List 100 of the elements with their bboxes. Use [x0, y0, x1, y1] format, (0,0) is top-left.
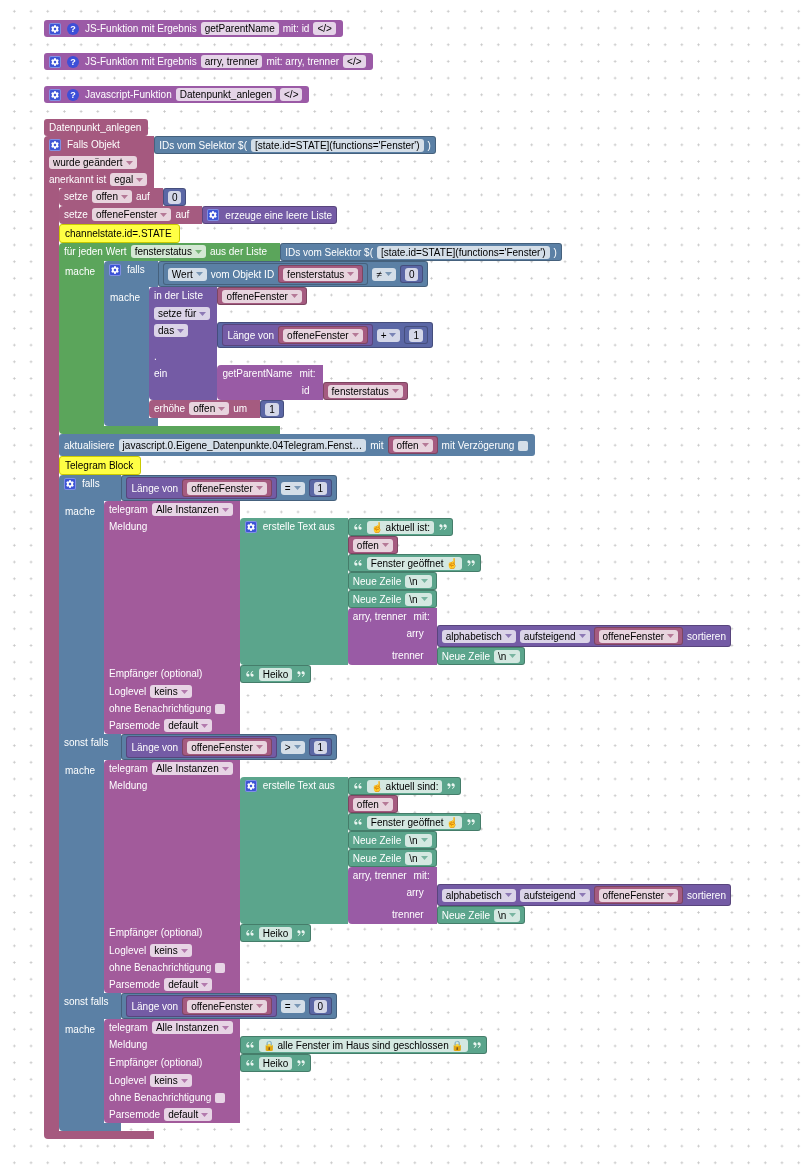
gear-icon[interactable] — [244, 779, 257, 792]
block-label: Parsemode — [109, 978, 161, 991]
input-field[interactable]: javascript.0.Eigene_Datenpunkte.04Telegram.Fenst… — [118, 438, 367, 452]
input-field[interactable]: 🔒 alle Fenster im Haus sind geschlossen 🔒 — [258, 1038, 468, 1052]
dropdown[interactable]: \n — [494, 649, 521, 663]
input-field[interactable]: arry, trenner — [200, 55, 263, 68]
caret-icon — [578, 634, 586, 638]
input-field[interactable]: 1 — [265, 402, 279, 416]
dropdown[interactable]: Alle Instanzen — [151, 1021, 233, 1034]
dropdown[interactable]: \n — [405, 851, 432, 865]
dropdown[interactable]: = — [280, 481, 305, 495]
dropdown[interactable]: egal — [110, 173, 148, 186]
input-field[interactable]: Heiko — [258, 1056, 293, 1070]
input-field[interactable]: [state.id=STATE](functions='Fenster') — [251, 138, 424, 152]
input-field[interactable]: Fenster geöffnet ☝ — [366, 556, 463, 570]
input-field[interactable]: 1 — [313, 740, 328, 754]
dropdown[interactable]: offen — [352, 538, 393, 552]
input-field[interactable]: 0 — [313, 999, 328, 1013]
dropdown[interactable]: default — [164, 978, 213, 991]
input-field[interactable]: Heiko — [258, 926, 293, 940]
input-field[interactable]: Heiko — [258, 667, 293, 681]
dropdown[interactable]: \n — [405, 833, 432, 847]
dropdown[interactable]: \n — [405, 592, 432, 606]
dropdown[interactable]: fensterstatus — [327, 384, 403, 398]
dropdown[interactable]: default — [164, 719, 213, 732]
dropdown[interactable]: keins — [150, 1074, 192, 1087]
input-field[interactable]: 0 — [167, 190, 182, 204]
input-field[interactable]: 1 — [409, 328, 424, 342]
dropdown[interactable]: offen — [352, 797, 393, 811]
code-button[interactable]: </> — [343, 55, 366, 68]
dropdown[interactable]: offen — [91, 190, 132, 203]
checkbox[interactable] — [518, 440, 529, 451]
dropdown[interactable]: setze für — [154, 307, 211, 320]
caret-icon — [180, 948, 188, 953]
dropdown[interactable]: das — [154, 324, 189, 337]
input-field[interactable]: Fenster geöffnet ☝ — [366, 815, 463, 829]
dropdown[interactable]: offeneFenster — [187, 999, 267, 1013]
block-label: Datenpunkt_anlegen — [49, 121, 142, 134]
input-field[interactable]: Datenpunkt_anlegen — [175, 88, 276, 101]
dropdown[interactable]: \n — [405, 574, 432, 588]
dropdown[interactable]: aufsteigend — [519, 888, 590, 902]
dropdown[interactable]: offeneFenster — [91, 208, 172, 221]
dropdown[interactable]: offeneFenster — [598, 629, 679, 643]
dropdown[interactable]: keins — [150, 944, 192, 957]
block-label: trenner — [392, 649, 424, 662]
dropdown[interactable]: ≠ — [372, 267, 396, 281]
help-icon[interactable]: ? — [67, 22, 79, 35]
dropdown[interactable]: = — [280, 999, 305, 1013]
dropdown[interactable]: Alle Instanzen — [151, 503, 233, 516]
dropdown[interactable]: alphabetisch — [441, 888, 516, 902]
caret-icon — [255, 1004, 263, 1008]
input-field[interactable]: [state.id=STATE](functions='Fenster') — [376, 245, 550, 259]
checkbox[interactable] — [215, 1092, 226, 1103]
dropdown[interactable]: keins — [150, 685, 192, 698]
checkbox[interactable] — [215, 703, 226, 714]
dropdown[interactable]: offeneFenster — [187, 481, 267, 495]
caret-icon — [384, 272, 392, 276]
dropdown[interactable]: Wert — [167, 267, 207, 281]
block-label: mit: id — [282, 22, 310, 35]
input-field[interactable]: ☝ aktuell ist: — [366, 520, 435, 534]
block-label: setze — [64, 208, 88, 221]
input-field[interactable]: getParentName — [200, 22, 279, 35]
input-field[interactable]: 1 — [313, 481, 328, 495]
dropdown[interactable]: default — [164, 1108, 213, 1121]
block-label: Neue Zeile — [352, 833, 402, 847]
dropdown[interactable]: offeneFenster — [187, 740, 267, 754]
dropdown[interactable]: aufsteigend — [519, 629, 590, 643]
code-button[interactable]: </> — [280, 88, 303, 101]
dropdown[interactable]: fensterstatus — [130, 245, 206, 258]
help-icon[interactable]: ? — [67, 88, 79, 101]
gear-icon[interactable] — [207, 209, 220, 222]
gear-icon[interactable] — [49, 22, 61, 35]
dropdown[interactable]: \n — [494, 908, 521, 922]
dropdown[interactable]: Alle Instanzen — [151, 762, 233, 775]
block-label: Empfänger (optional) — [109, 926, 203, 939]
dropdown[interactable]: fensterstatus — [283, 267, 359, 281]
gear-icon[interactable] — [244, 520, 257, 533]
code-button[interactable]: </> — [313, 22, 336, 35]
dropdown[interactable]: offen — [392, 438, 433, 452]
block-label: sonst falls — [64, 995, 109, 1008]
gear-icon[interactable] — [49, 55, 61, 68]
dropdown[interactable]: alphabetisch — [441, 629, 516, 643]
checkbox[interactable] — [215, 962, 226, 973]
gear-icon[interactable] — [49, 138, 61, 151]
dropdown[interactable]: offen — [189, 402, 230, 415]
gear-icon[interactable] — [64, 477, 76, 490]
dropdown[interactable]: offeneFenster — [283, 328, 363, 342]
block-label: Länge von — [131, 740, 179, 754]
gear-icon[interactable] — [49, 88, 61, 101]
dropdown[interactable]: > — [280, 740, 305, 754]
dropdown[interactable]: offeneFenster — [222, 289, 302, 303]
gear-icon[interactable] — [109, 263, 121, 276]
block-label: Loglevel — [109, 944, 147, 957]
dropdown[interactable]: + — [376, 328, 401, 342]
dropdown[interactable]: offeneFenster — [598, 888, 679, 902]
dropdown[interactable]: wurde geändert — [49, 156, 137, 169]
input-field[interactable]: 0 — [404, 267, 419, 281]
help-icon[interactable]: ? — [67, 55, 79, 68]
close-quote-icon — [438, 522, 449, 532]
input-field[interactable]: ☝ aktuell sind: — [366, 779, 443, 793]
